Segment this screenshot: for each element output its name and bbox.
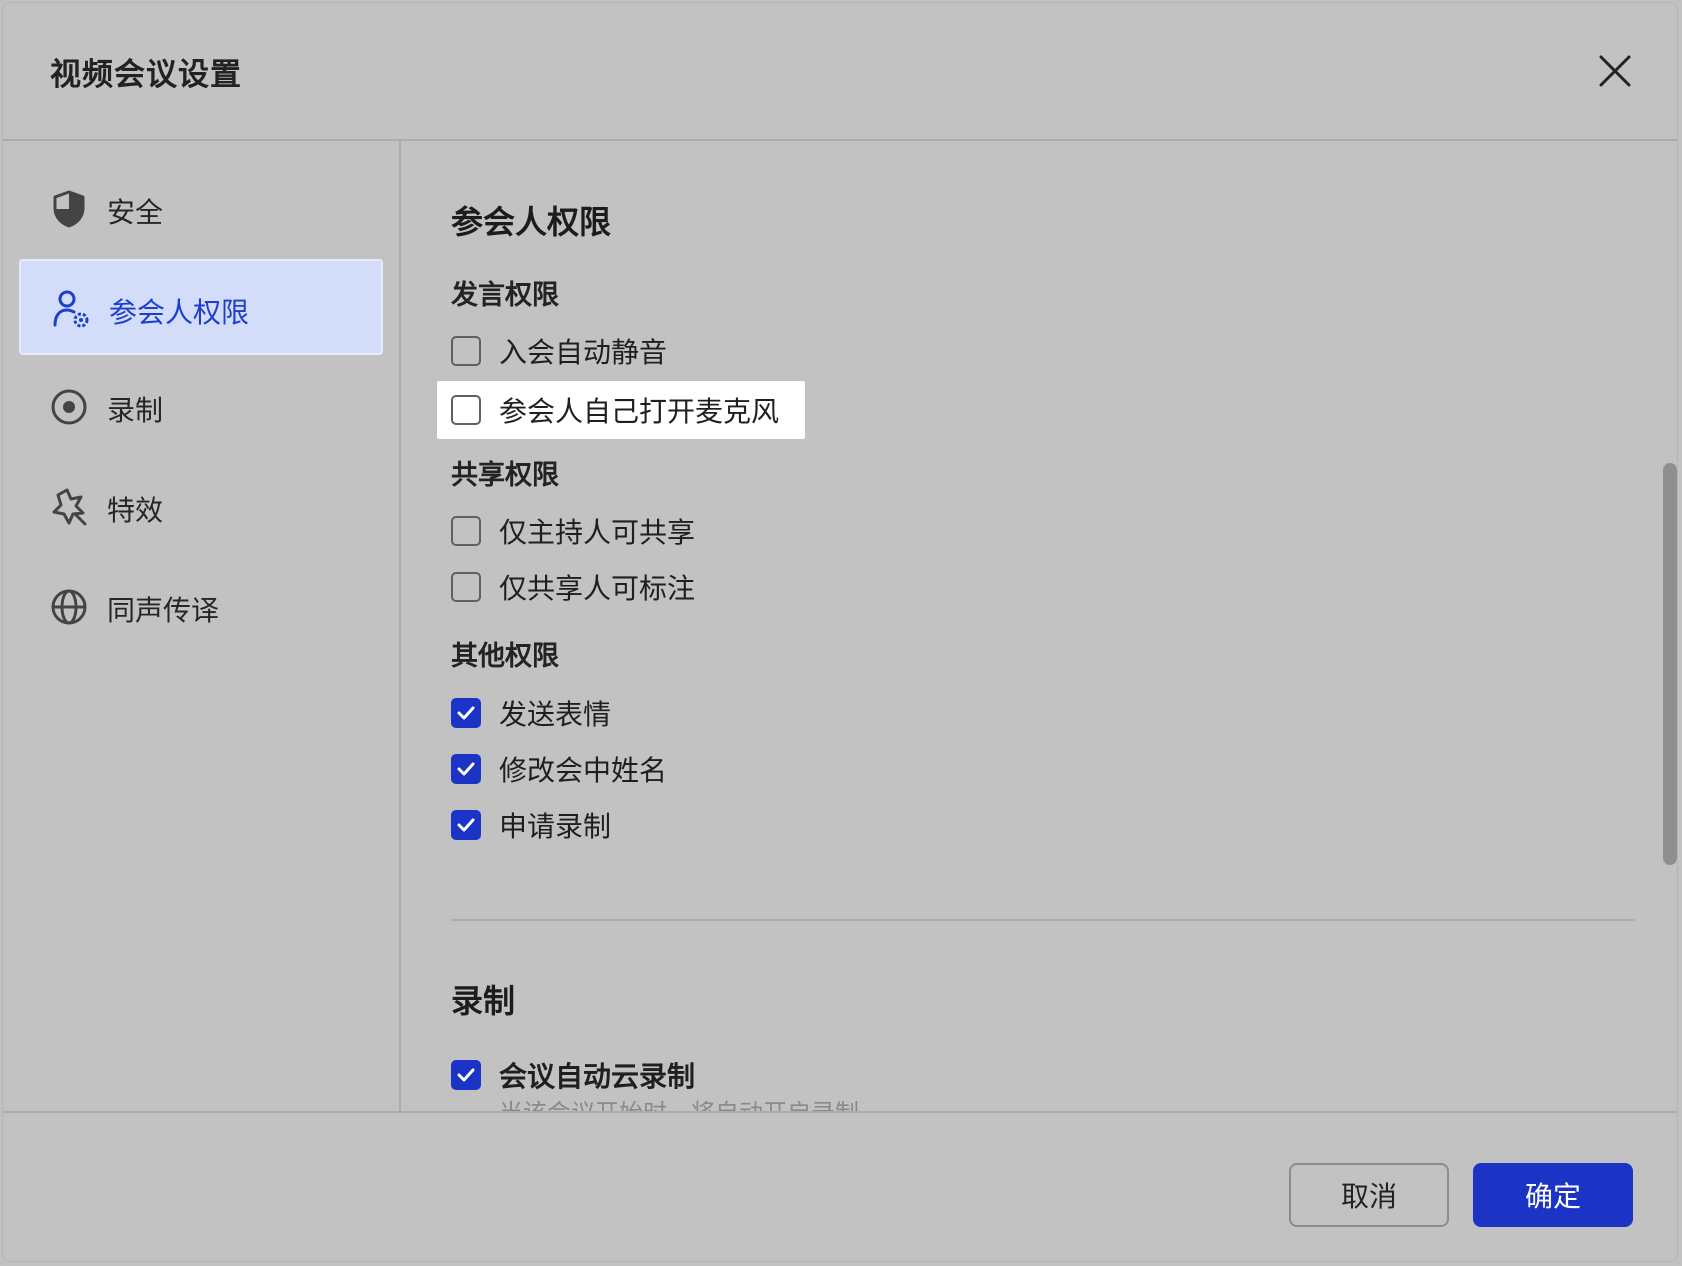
checkbox-host-only-share[interactable]: 仅主持人可共享: [451, 509, 695, 553]
settings-dialog: 视频会议设置 安全 参会人权限 录制 特效 同声传译 参会人权限 发言权限 入会…: [2, 2, 1678, 1262]
check-icon: [457, 1068, 475, 1082]
check-icon: [457, 762, 475, 776]
checkbox-label: 参会人自己打开麦克风: [499, 395, 780, 428]
group-title-speak: 发言权限: [451, 280, 559, 311]
section-divider: [451, 919, 1635, 921]
checkbox-send-emoji[interactable]: 发送表情: [451, 691, 611, 735]
checkbox-box[interactable]: [451, 336, 481, 366]
checkbox-sharer-only-annotate[interactable]: 仅共享人可标注: [451, 565, 695, 609]
shield-icon: [53, 190, 85, 228]
sidebar: 安全 参会人权限 录制 特效 同声传译: [3, 141, 401, 1111]
checkbox-box[interactable]: [451, 754, 481, 784]
checkbox-rename-in-meeting[interactable]: 修改会中姓名: [451, 747, 667, 791]
user-gear-icon: [53, 290, 89, 328]
checkbox-self-unmute[interactable]: 参会人自己打开麦克风: [451, 388, 779, 432]
sidebar-item-interpretation[interactable]: 同声传译: [19, 559, 383, 655]
cancel-button[interactable]: 取消: [1289, 1163, 1449, 1227]
check-icon: [457, 706, 475, 720]
close-button[interactable]: [1591, 47, 1639, 95]
group-title-other: 其他权限: [451, 641, 559, 672]
checkbox-label: 仅主持人可共享: [499, 516, 696, 549]
checkbox-label: 仅共享人可标注: [499, 572, 696, 605]
checkbox-label: 修改会中姓名: [499, 754, 668, 787]
checkbox-box[interactable]: [451, 1060, 481, 1090]
sidebar-item-security[interactable]: 安全: [19, 161, 383, 257]
sidebar-item-participant-permissions[interactable]: 参会人权限: [19, 259, 383, 355]
checkbox-label: 发送表情: [499, 698, 612, 731]
checkbox-box[interactable]: [451, 516, 481, 546]
checkbox-request-recording[interactable]: 申请录制: [451, 803, 611, 847]
close-icon: [1599, 55, 1631, 87]
checkbox-label: 会议自动云录制: [499, 1060, 696, 1093]
globe-icon: [51, 589, 87, 625]
magic-star-icon: [52, 488, 87, 526]
sidebar-item-effects[interactable]: 特效: [19, 459, 383, 555]
section-title-recording: 录制: [451, 982, 516, 1020]
dialog-footer: 取消 确定: [3, 1111, 1677, 1261]
checkbox-box[interactable]: [451, 395, 481, 425]
dialog-header: 视频会议设置: [3, 3, 1677, 141]
sidebar-item-label: 录制: [107, 394, 164, 427]
sidebar-item-label: 特效: [107, 494, 164, 527]
checkbox-box[interactable]: [451, 572, 481, 602]
sidebar-item-label: 安全: [107, 196, 164, 229]
checkbox-box[interactable]: [451, 698, 481, 728]
sidebar-item-label: 参会人权限: [109, 296, 250, 329]
checkbox-label: 申请录制: [499, 810, 612, 843]
section-title-participant-permissions: 参会人权限: [451, 203, 612, 241]
dialog-title: 视频会议设置: [50, 57, 242, 93]
sidebar-item-label: 同声传译: [107, 594, 220, 627]
settings-content: 参会人权限 发言权限 入会自动静音 参会人自己打开麦克风 共享权限 仅主持人可共…: [401, 141, 1677, 1111]
scrollbar-thumb[interactable]: [1663, 463, 1677, 865]
recording-description: 当该会议开始时，将自动开启录制: [499, 1093, 859, 1111]
check-icon: [457, 818, 475, 832]
checkbox-auto-cloud-recording[interactable]: 会议自动云录制: [451, 1053, 695, 1097]
checkbox-label: 入会自动静音: [499, 336, 668, 369]
group-title-share: 共享权限: [451, 460, 559, 491]
checkbox-box[interactable]: [451, 810, 481, 840]
sidebar-item-recording[interactable]: 录制: [19, 359, 383, 455]
checkbox-auto-mute[interactable]: 入会自动静音: [451, 329, 667, 373]
record-icon: [51, 389, 87, 425]
confirm-button[interactable]: 确定: [1473, 1163, 1633, 1227]
